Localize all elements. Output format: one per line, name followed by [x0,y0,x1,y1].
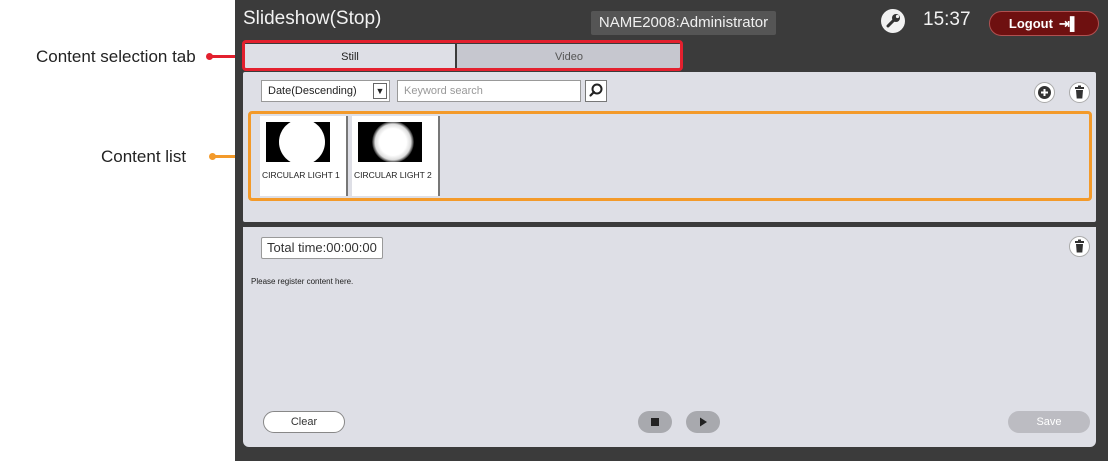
trash-icon[interactable] [1069,82,1090,103]
stop-icon [651,418,659,426]
plus-circle-graphic [1038,86,1051,99]
user-name: NAME2008:Administrator [591,11,776,35]
play-icon [700,417,707,427]
trash-icon[interactable] [1069,236,1090,257]
wrench-icon[interactable] [881,9,905,33]
page-title: Slideshow(Stop) [243,8,382,29]
callout-content-selection-tab: Content selection tab [36,47,196,66]
wrench-icon-graphic [886,14,900,28]
stop-button[interactable] [638,411,672,433]
logout-label: Logout [1008,16,1053,31]
trash-graphic [1075,85,1084,99]
magnifier-icon [589,83,603,97]
content-list-highlight-box [248,111,1092,201]
register-hint: Please register content here. [251,277,354,286]
play-button[interactable] [686,411,720,433]
search-button[interactable] [585,80,607,102]
chevron-down-icon: ▼ [373,83,387,99]
exit-door-icon: ⇥▌ [1058,16,1080,31]
app-window: Slideshow(Stop) NAME2008:Administrator 1… [235,0,1108,461]
save-button[interactable]: Save [1008,411,1090,433]
total-time: Total time:00:00:00 [261,237,383,259]
tab-highlight-box [242,40,683,71]
slideshow-panel: Total time:00:00:00 Please register cont… [243,227,1096,447]
trash-graphic [1075,239,1084,253]
callout-dot-tab [206,53,213,60]
plus-circle-icon[interactable] [1034,82,1055,103]
sort-value: Date(Descending) [268,85,357,97]
callout-content-list: Content list [101,147,187,166]
sort-select[interactable]: Date(Descending) ▼ [261,80,390,102]
callout-dot-list [209,153,216,160]
clock: 15:37 [923,9,971,30]
keyword-search-input[interactable] [397,80,581,102]
clear-button[interactable]: Clear [263,411,345,433]
logout-button[interactable]: Logout ⇥▌ [989,11,1099,36]
